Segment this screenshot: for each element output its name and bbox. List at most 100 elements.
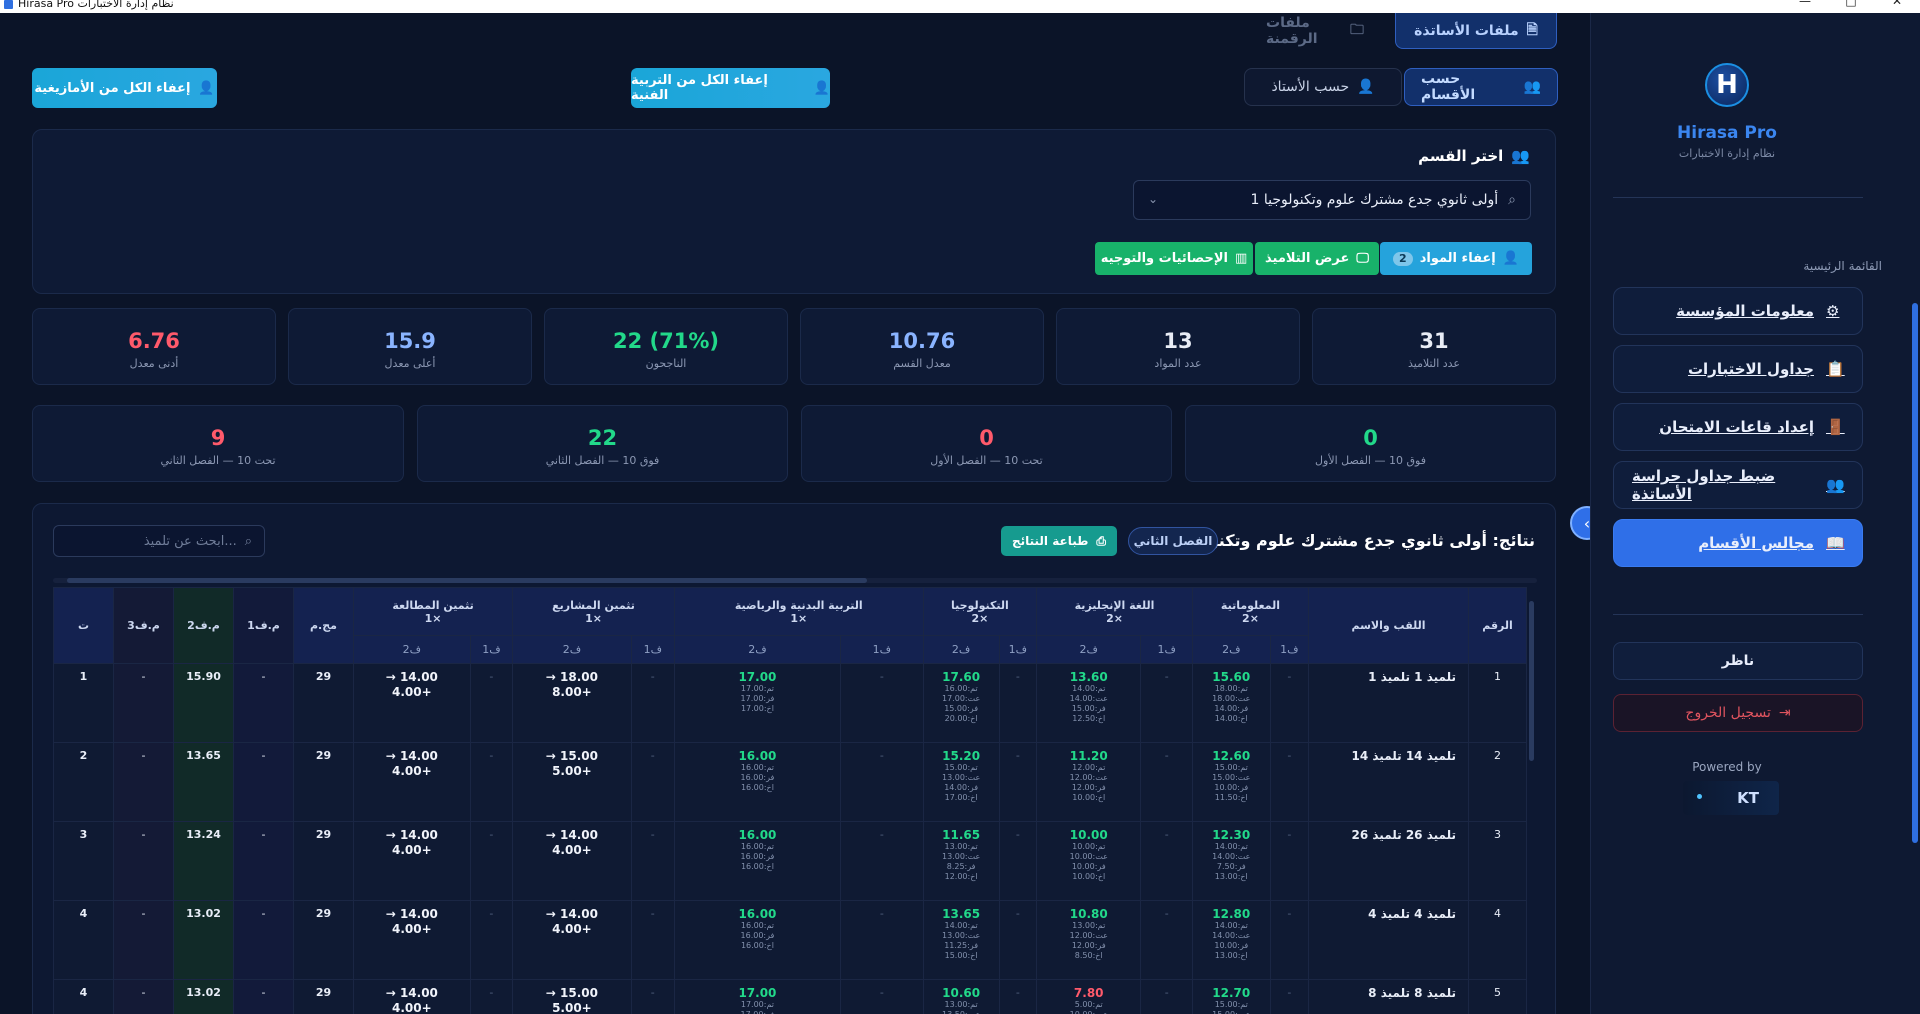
grade-s2: 14.00 → +4.00	[353, 979, 471, 1014]
logout-icon: ⇥	[1778, 705, 1791, 721]
sidebar-divider	[1613, 614, 1863, 615]
user-icon: 👤	[1357, 79, 1375, 95]
grade-s2: 11.65 تم:13.00 عت:13.00 فر:8.25 اخ:12.00	[922, 821, 1000, 901]
avg-s2: 13.65	[173, 742, 234, 822]
book-icon: 📖	[1826, 534, 1845, 552]
sidebar-item-exam-schedules[interactable]: 📋 جداول الاختبارات	[1613, 345, 1863, 393]
avg-s3: -	[113, 900, 174, 980]
rank: 1	[53, 663, 114, 743]
col-s3-avg: م.ف3	[113, 587, 174, 664]
col-number: الرقم	[1468, 587, 1527, 664]
total-coef: 29	[293, 979, 354, 1014]
stat-below10-s1: 0 تحت 10 — الفصل الأول	[801, 405, 1172, 482]
tab-by-teacher[interactable]: 👤 حسب الأستاذ	[1244, 68, 1402, 106]
table-row[interactable]: 3 تلميذ 26 تلميذ 26-12.30 تم:14.00 عت:14.00…	[53, 821, 1527, 901]
grade-s2: 15.20 تم:15.00 عت:13.00 فر:14.00 اخ:17.00	[922, 742, 1000, 822]
users-icon: 👥	[1511, 147, 1530, 165]
results-panel: نتائج: أولى ثانوي جدع مشترك علوم وتكنولو…	[32, 503, 1556, 1014]
rank: 3	[53, 821, 114, 901]
stats-orientation-button[interactable]: ▥ الإحصائيات والتوجيه	[1095, 242, 1253, 275]
grade-s2: 17.00تم:17.00فر:17.00	[673, 979, 841, 1014]
grade-s2: 15.00 → +5.00	[512, 979, 632, 1014]
search-icon: ⌕	[244, 533, 252, 549]
maximize-button[interactable]: □	[1828, 0, 1874, 7]
brand-logo-icon: H	[1705, 63, 1749, 107]
table-hscroll-thumb[interactable]	[67, 578, 867, 583]
avg-s1: -	[233, 821, 294, 901]
grade-s2: 14.00 → +4.00	[353, 900, 471, 980]
grade-s1: -	[998, 900, 1038, 980]
grade-s1: -	[839, 663, 924, 743]
sidebar-divider	[1613, 197, 1863, 198]
grade-s2: 13.60 تم:14.00 عت:14.00 فر:15.00 اخ:12.50	[1036, 663, 1142, 743]
avg-s1: -	[233, 900, 294, 980]
grade-s1: -	[469, 742, 514, 822]
users-icon: 👥	[1523, 79, 1541, 95]
total-coef: 29	[293, 742, 354, 822]
exempt-subjects-button[interactable]: 👤 إعفاء المواد 2	[1380, 242, 1532, 275]
minimize-button[interactable]: —	[1782, 0, 1828, 7]
col-subject-2: اللغة الإنجليزية ×2	[1036, 587, 1193, 636]
grade-s1: -	[839, 821, 924, 901]
grade-s2: 17.00 تم:17.00 فر:17.00 اخ:17.00	[673, 663, 841, 743]
role-button[interactable]: ناظر	[1613, 642, 1863, 680]
show-students-button[interactable]: 🖵 عرض التلاميذ	[1255, 242, 1379, 275]
grade-s1: -	[1269, 979, 1310, 1014]
user-plus-icon: 👤	[813, 80, 830, 96]
sidebar: H Hirasa Pro نظام إدارة الاختبارات القائ…	[1590, 13, 1920, 1014]
grade-s1: -	[839, 742, 924, 822]
avg-s2: 13.02	[173, 900, 234, 980]
sidebar-item-institution-info[interactable]: ⚙ معلومات المؤسسة	[1613, 287, 1863, 335]
avg-s2: 13.02	[173, 979, 234, 1014]
row-number: 4	[1468, 900, 1527, 980]
powered-by-label: Powered by	[1692, 760, 1762, 774]
exempt-all-art-button[interactable]: 👤 إعفاء الكل من التربية الفنية	[631, 68, 830, 108]
print-results-button[interactable]: ⎙ طباعة النتائج	[1001, 526, 1117, 556]
results-table: الرقم اللقب والاسم المعلوماتية ×2 اللغة ا…	[53, 587, 1527, 1014]
logout-button[interactable]: تسجيل الخروج ⇥	[1613, 694, 1863, 732]
sidebar-scrollbar[interactable]	[1912, 303, 1918, 843]
exempt-all-amazigh-button[interactable]: 👤 إعفاء الكل من الأمازيغية	[32, 68, 217, 108]
printer-icon: ⎙	[1096, 533, 1107, 548]
sidebar-item-guard-schedules[interactable]: 👥 ضبط جداول حراسة الأساتذة	[1613, 461, 1863, 509]
stat-class-average: 10.76 معدل القسم	[800, 308, 1044, 385]
row-number: 2	[1468, 742, 1527, 822]
brand-subtitle: نظام إدارة الاختبارات	[1678, 147, 1776, 160]
stat-below10-s2: 9 تحت 10 — الفصل الثاني	[32, 405, 404, 482]
tab-by-sections[interactable]: 👥 حسب الأقسام	[1404, 68, 1558, 106]
avg-s1: -	[233, 979, 294, 1014]
grade-s1: -	[469, 663, 514, 743]
col-subject-4: التربية البدنية والرياضية ×1	[673, 587, 924, 636]
table-row[interactable]: 4 تلميذ 4 تلميذ 4-12.80 تم:14.00 عت:14.00 فر…	[53, 900, 1527, 980]
section-select[interactable]: ⌕ أولى ثانوي جدع مشترك علوم وتكنولوجيا 1…	[1133, 180, 1531, 220]
table-row[interactable]: 5تلميذ 8 تلميذ 8-12.70تم:15.00عت:15.00-7…	[53, 979, 1527, 1014]
total-coef: 29	[293, 663, 354, 743]
tab-teacher-files[interactable]: 🗎 ملفات الأساتذة	[1395, 13, 1557, 49]
table-row[interactable]: 2 تلميذ 14 تلميذ 14-12.60 تم:15.00 عت:15.00…	[53, 742, 1527, 822]
tab-digitization-files[interactable]: 🗀 ملفات الرقمنة	[1250, 13, 1380, 49]
exempt-count-badge: 2	[1393, 251, 1413, 266]
student-search-input[interactable]: ⌕ ابحث عن تلميذ...	[53, 525, 265, 557]
table-vscroll-thumb[interactable]	[1529, 601, 1534, 761]
sidebar-item-class-councils[interactable]: 📖 مجالس الأقسام	[1613, 519, 1863, 567]
grade-s1: -	[1269, 821, 1310, 901]
table-row[interactable]: 1 تلميذ 1 تلميذ 1-15.60 تم:18.00 عت:18.00 فر…	[53, 663, 1527, 743]
grade-s1: -	[1140, 821, 1193, 901]
col-rank: ت	[53, 587, 114, 664]
grade-s2: 14.00 → +4.00	[512, 900, 632, 980]
avg-s3: -	[113, 979, 174, 1014]
user-plus-icon: 👤	[198, 80, 215, 96]
grade-s2: 16.00 تم:16.00 فر:16.00 اخ:16.00	[673, 900, 841, 980]
sidebar-item-exam-rooms[interactable]: 🚪 إعداد قاعات الامتحان	[1613, 403, 1863, 451]
col-name: اللقب والاسم	[1308, 587, 1469, 664]
gear-icon: ⚙	[1826, 302, 1840, 320]
stat-passed: 22 (71%) الناجحون	[544, 308, 788, 385]
semester-badge[interactable]: الفصل الثاني	[1128, 527, 1218, 555]
stat-subjects-count: 13 عدد المواد	[1056, 308, 1300, 385]
grade-s1: -	[1140, 900, 1193, 980]
search-icon: ⌕	[1508, 192, 1516, 208]
close-button[interactable]: ✕	[1874, 0, 1920, 7]
grade-s1: -	[469, 900, 514, 980]
grade-s2: 14.00 → +4.00	[353, 821, 471, 901]
rank: 4	[53, 979, 114, 1014]
